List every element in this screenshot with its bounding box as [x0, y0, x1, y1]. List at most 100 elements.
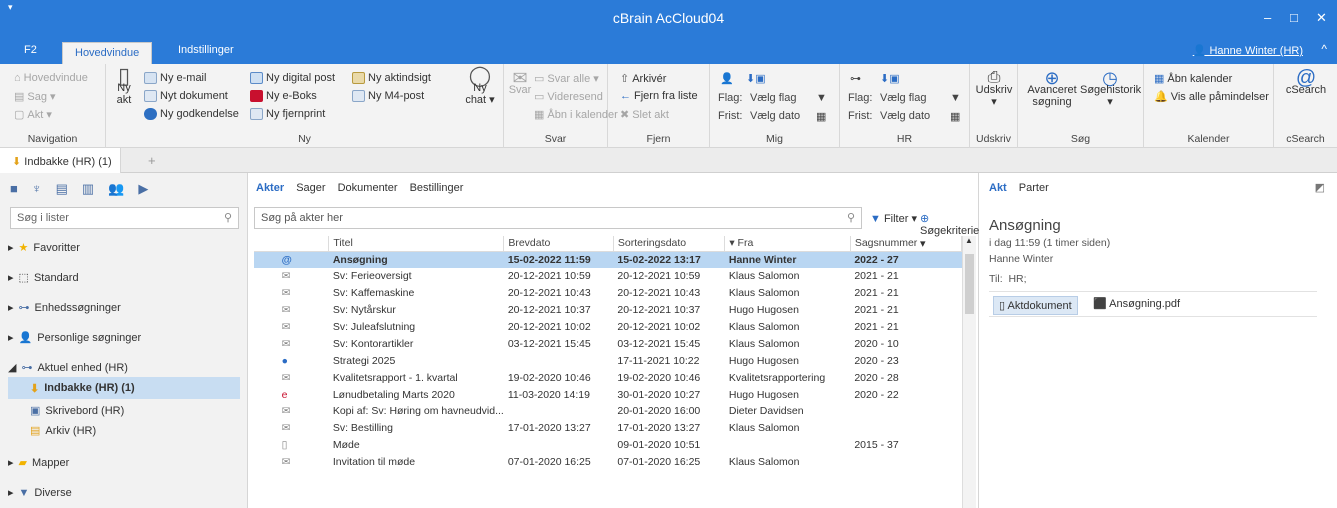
- stack-icon[interactable]: ▥: [82, 181, 108, 196]
- videresend-button[interactable]: ▭ Videresend: [534, 90, 603, 104]
- table-row[interactable]: ✉ Kvalitetsrapport - 1. kvartal 19-02-2020…: [254, 369, 962, 386]
- archive-icon: ⇧: [620, 73, 630, 85]
- table-row[interactable]: ✉ Sv: Kaffemaskine 20-12-2021 10:43 20-12-2…: [254, 285, 962, 302]
- filter-icon[interactable]: ♆: [32, 181, 56, 196]
- table-row[interactable]: @ Ansøgning 15-02-2022 11:59 15-02-2022 13:…: [254, 251, 962, 268]
- tree-enhedssogninger[interactable]: ▸ ⊶ Enhedssøgninger: [8, 301, 121, 315]
- col-brevdato[interactable]: Brevdato: [503, 236, 614, 252]
- popout-icon[interactable]: ◩: [1315, 181, 1325, 194]
- aabn-i-kalender-button[interactable]: ▦ Åbn i kalender: [534, 108, 618, 122]
- tab-indbakke[interactable]: ⬇ Indbakke (HR) (1): [0, 148, 121, 173]
- svar-alle-button[interactable]: ▭ Svar alle ▾: [534, 72, 599, 85]
- nav-sag-button[interactable]: ▤ Sag ▾: [14, 90, 56, 103]
- tree-standard[interactable]: ▸ ⬚ Standard: [8, 271, 79, 285]
- nyt-dokument-button[interactable]: Nyt dokument: [144, 90, 228, 102]
- tree-arkiv[interactable]: ▤ Arkiv (HR): [30, 424, 96, 438]
- ny-akt-button[interactable]: ▯ Ny akt: [110, 65, 138, 107]
- ny-eboks-button[interactable]: Ny e-Boks: [250, 90, 317, 102]
- tab-parter[interactable]: Parter: [1019, 182, 1049, 194]
- tab-sager[interactable]: Sager: [296, 182, 325, 194]
- tab-bestillinger[interactable]: Bestillinger: [410, 182, 464, 194]
- csearch-button[interactable]: @ cSearch: [1280, 68, 1332, 96]
- collapse-ribbon-button[interactable]: ^: [1321, 42, 1327, 56]
- ny-fjernprint-button[interactable]: Ny fjernprint: [250, 108, 325, 120]
- tree-personlige[interactable]: ▸ 👤 Personlige søgninger: [8, 331, 141, 345]
- cell-titel: Lønudbetaling Marts 2020: [332, 388, 455, 401]
- tab-akt[interactable]: Akt: [989, 182, 1007, 194]
- preview-panel: Akt Parter ◩ Ansøgning i dag 11:59 (1 ti…: [979, 173, 1337, 508]
- folder-icon[interactable]: ▶: [138, 181, 162, 196]
- filter-button[interactable]: ▼ Filter ▾: [870, 212, 917, 225]
- hr-calendar-icon[interactable]: ▦: [950, 110, 960, 123]
- ny-chat-button[interactable]: ◯ Ny chat ▾: [462, 66, 498, 106]
- vis-paamindelser-button[interactable]: 🔔 Vis alle påmindelser: [1154, 90, 1269, 104]
- svar-button[interactable]: ✉ Svar: [506, 69, 534, 96]
- scrollbar-thumb[interactable]: [965, 254, 974, 314]
- slet-akt-button[interactable]: ✖ Slet akt: [620, 108, 669, 122]
- avanceret-sogning-button[interactable]: ⊕ Avanceret søgning: [1024, 69, 1080, 108]
- nav-hovedvindue-button[interactable]: ⌂ Hovedvindue: [14, 72, 88, 84]
- table-row[interactable]: ✉ Sv: Ferieoversigt 20-12-2021 10:59 20-12-…: [254, 268, 962, 285]
- tab-hovedvindue[interactable]: Hovedvindue: [62, 42, 153, 64]
- col-sagsnummer[interactable]: Sagsnummer: [850, 236, 963, 252]
- hr-frist-date[interactable]: Vælg dato: [880, 110, 930, 122]
- ny-aktindsigt-button[interactable]: Ny aktindsigt: [352, 72, 431, 84]
- aktdokument-button[interactable]: ▯ Aktdokument: [993, 296, 1078, 315]
- tree-skrivebord[interactable]: ▣ Skrivebord (HR): [30, 404, 124, 418]
- akter-search-input[interactable]: Søg på akter her ⚲: [254, 207, 862, 229]
- cell-sagsnummer: [850, 420, 961, 437]
- ny-digital-post-button[interactable]: Ny digital post: [250, 72, 335, 84]
- hr-flag-select[interactable]: Vælg flag: [880, 92, 926, 104]
- attachment-pdf[interactable]: ⬛ Ansøgning.pdf: [1093, 297, 1180, 310]
- tree-diverse[interactable]: ▸ ▼ Diverse: [8, 486, 72, 500]
- mig-flag-dropdown-icon[interactable]: ▼: [816, 92, 827, 104]
- fjern-fra-liste-button[interactable]: ← Fjern fra liste: [620, 90, 698, 102]
- ny-m4-post-button[interactable]: Ny M4-post: [352, 90, 424, 102]
- hr-inbox-icon[interactable]: ⬇▣: [880, 72, 900, 85]
- list-search-input[interactable]: Søg i lister ⚲: [10, 207, 239, 229]
- ny-email-button[interactable]: Ny e-mail: [144, 72, 206, 84]
- mig-inbox-icon[interactable]: ⬇▣: [746, 72, 766, 85]
- tab-indstillinger[interactable]: Indstillinger: [178, 44, 234, 56]
- cell-brevdato: [504, 352, 614, 369]
- nav-akt-button[interactable]: ▢ Akt ▾: [14, 108, 52, 121]
- doc-list-icon[interactable]: ■: [10, 181, 32, 196]
- mig-frist-date[interactable]: Vælg dato: [750, 110, 800, 122]
- tree-mapper[interactable]: ▸ ▰ Mapper: [8, 456, 69, 470]
- scroll-up-icon[interactable]: ▲: [965, 236, 973, 245]
- minimize-button[interactable]: –: [1264, 10, 1271, 25]
- tree-favoritter[interactable]: ▸ ★ Favoritter: [8, 241, 80, 255]
- col-titel[interactable]: Titel: [328, 236, 505, 252]
- col-sorteringsdato[interactable]: Sorteringsdato: [613, 236, 726, 252]
- table-row[interactable]: ✉ Sv: Nytårskur 20-12-2021 10:37 20-12-2021…: [254, 302, 962, 319]
- maximize-button[interactable]: □: [1290, 10, 1298, 25]
- tree-indbakke[interactable]: ⬇ Indbakke (HR) (1): [8, 377, 240, 399]
- table-row[interactable]: ✉ Sv: Juleafslutning 20-12-2021 10:02 20-12…: [254, 319, 962, 336]
- ny-godkendelse-button[interactable]: Ny godkendelse: [144, 108, 239, 120]
- table-row[interactable]: ● Strategi 2025 17-11-2021 10:22 Hugo Hugos…: [254, 352, 962, 369]
- mig-flag-select[interactable]: Vælg flag: [750, 92, 796, 104]
- col-fra[interactable]: ▾ Fra: [724, 236, 851, 252]
- udskriv-button[interactable]: ⎙ Udskriv ▾: [974, 70, 1014, 109]
- tab-dokumenter[interactable]: Dokumenter: [338, 182, 398, 194]
- tab-akter[interactable]: Akter: [256, 182, 284, 194]
- add-tab-button[interactable]: +: [148, 153, 156, 168]
- sogehistorik-button[interactable]: ◷ Søgehistorik ▾: [1080, 69, 1141, 108]
- table-row[interactable]: e Lønudbetaling Marts 2020 11-03-2020 14:1…: [254, 386, 962, 403]
- table-row[interactable]: ✉ Sv: Kontorartikler 03-12-2021 15:45 03-12…: [254, 335, 962, 352]
- people-icon[interactable]: 👥: [108, 181, 138, 196]
- list-icon[interactable]: ▤: [56, 181, 82, 196]
- table-row[interactable]: ✉ Invitation til møde 07-01-2020 16:25 07-0…: [254, 454, 962, 471]
- user-link[interactable]: 👤 Hanne Winter (HR): [1193, 44, 1303, 57]
- close-button[interactable]: ✕: [1316, 10, 1327, 26]
- hr-flag-dropdown-icon[interactable]: ▼: [950, 92, 961, 104]
- table-row[interactable]: ▯ Møde 09-01-2020 10:51 2015 - 37: [254, 437, 962, 454]
- aabn-kalender-button[interactable]: ▦ Åbn kalender: [1154, 72, 1232, 86]
- mig-calendar-icon[interactable]: ▦: [816, 110, 826, 123]
- tree-aktuel-enhed[interactable]: ◢ ⊶ Aktuel enhed (HR): [8, 361, 128, 375]
- table-row[interactable]: ✉ Kopi af: Sv: Høring om havneudvid... 20-…: [254, 403, 962, 420]
- tab-f2[interactable]: F2: [24, 44, 37, 56]
- table-row[interactable]: ✉ Sv: Bestilling 17-01-2020 13:27 17-01-202…: [254, 420, 962, 437]
- list-scrollbar[interactable]: ▲: [962, 236, 976, 508]
- arkiver-button[interactable]: ⇧ Arkivér: [620, 72, 666, 86]
